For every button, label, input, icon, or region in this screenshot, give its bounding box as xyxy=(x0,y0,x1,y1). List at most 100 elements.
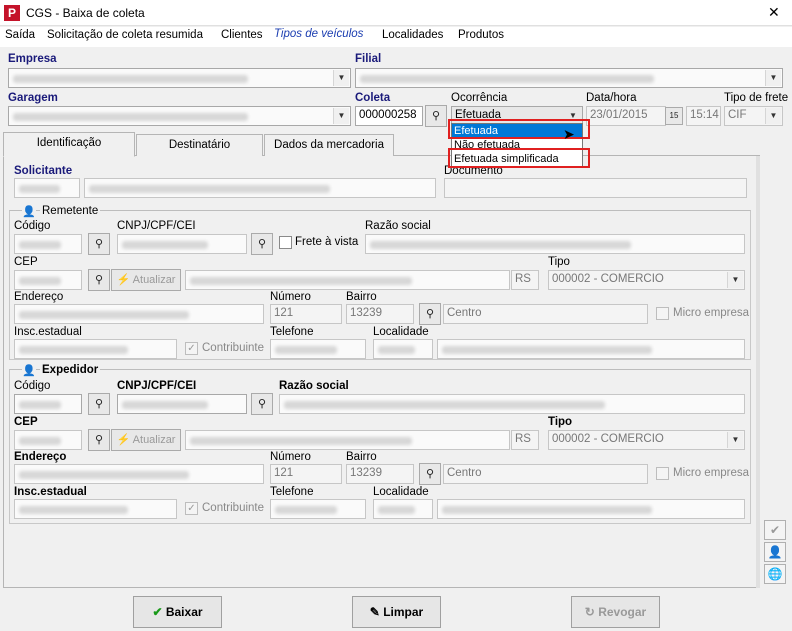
binoculars-icon[interactable]: ⚲ xyxy=(425,105,447,127)
remetente-numero[interactable]: 121 xyxy=(270,304,342,324)
tab-dados-mercadoria[interactable]: Dados da mercadoria xyxy=(264,134,394,156)
remetente-tipo-value: 000002 - COMERCIO xyxy=(552,273,664,285)
chevron-down-icon[interactable]: ▼ xyxy=(333,70,349,86)
garagem-select[interactable]: ▼ xyxy=(8,106,351,126)
micro-empresa-label: Micro empresa xyxy=(673,307,750,319)
user-icon: 👤 xyxy=(22,205,36,218)
solicitante-name[interactable] xyxy=(84,178,436,198)
limpar-button[interactable]: ✎ Limpar xyxy=(352,596,441,628)
remetente-cep[interactable] xyxy=(14,270,82,290)
scrollbar[interactable] xyxy=(756,156,760,588)
menu-saida[interactable]: Saída xyxy=(5,29,35,41)
micro-empresa-checkbox[interactable] xyxy=(656,467,669,480)
expedidor-codigo-label: Código xyxy=(14,380,51,392)
empresa-label: Empresa xyxy=(8,53,57,65)
chevron-down-icon[interactable]: ▼ xyxy=(765,108,781,124)
revogar-button[interactable]: ↻ Revogar xyxy=(571,596,660,628)
date-input[interactable]: 23/01/2015 xyxy=(586,106,666,126)
close-icon[interactable]: ✕ xyxy=(768,4,780,21)
documento-input[interactable] xyxy=(444,178,747,198)
binoculars-icon[interactable]: ⚲ xyxy=(251,233,273,255)
contribuinte-checkbox[interactable]: ✓ xyxy=(185,342,198,355)
tab-destinatario[interactable]: Destinatário xyxy=(136,134,263,156)
expedidor-uf[interactable]: RS xyxy=(511,430,539,450)
remetente-telefone[interactable] xyxy=(270,339,366,359)
menu-clientes[interactable]: Clientes xyxy=(221,29,263,41)
tipo-frete-select[interactable]: CIF ▼ xyxy=(724,106,783,126)
expedidor-numero-label: Número xyxy=(270,451,311,463)
chevron-down-icon[interactable]: ▼ xyxy=(765,70,781,86)
menu-localidades[interactable]: Localidades xyxy=(382,29,443,41)
baixar-button[interactable]: ✔ Baixar xyxy=(133,596,222,628)
remetente-telefone-label: Telefone xyxy=(270,326,314,338)
solicitante-code[interactable] xyxy=(14,178,80,198)
lightning-icon: ⚡ xyxy=(116,274,131,286)
menu-solicitacao[interactable]: Solicitação de coleta resumida xyxy=(47,29,203,41)
app-icon: P xyxy=(4,5,20,21)
remetente-cnpj-label: CNPJ/CPF/CEI xyxy=(117,220,196,232)
remetente-endereco[interactable] xyxy=(14,304,264,324)
expedidor-cidade[interactable] xyxy=(185,430,510,450)
frete-vista-checkbox[interactable] xyxy=(279,236,292,249)
check-icon: ✔ xyxy=(152,605,163,619)
remetente-localidade-name[interactable] xyxy=(437,339,745,359)
solicitante-label: Solicitante xyxy=(14,165,73,177)
expedidor-razao[interactable] xyxy=(279,394,745,414)
chevron-down-icon[interactable]: ▼ xyxy=(333,108,349,124)
remetente-insc[interactable] xyxy=(14,339,177,359)
remetente-cidade[interactable] xyxy=(185,270,510,290)
expedidor-localidade-code[interactable] xyxy=(373,499,433,519)
expedidor-endereco[interactable] xyxy=(14,464,264,484)
tab-identificacao[interactable]: Identificação xyxy=(3,132,135,157)
remetente-razao[interactable] xyxy=(365,234,745,254)
binoculars-icon[interactable]: ⚲ xyxy=(88,429,110,451)
expedidor-bairro-name[interactable]: Centro xyxy=(443,464,648,484)
binoculars-icon[interactable]: ⚲ xyxy=(88,393,110,415)
expedidor-codigo[interactable] xyxy=(14,394,82,414)
expedidor-localidade-name[interactable] xyxy=(437,499,745,519)
contribuinte-checkbox[interactable]: ✓ xyxy=(185,502,198,515)
binoculars-icon[interactable]: ⚲ xyxy=(251,393,273,415)
filial-select[interactable]: ▼ xyxy=(355,68,783,88)
expedidor-telefone[interactable] xyxy=(270,499,366,519)
micro-empresa-checkbox[interactable] xyxy=(656,307,669,320)
person-icon[interactable]: 👤 xyxy=(764,542,786,562)
user-icon: 👤 xyxy=(22,364,36,377)
expedidor-tipo-select[interactable]: 000002 - COMERCIO ▼ xyxy=(548,430,745,450)
check-icon[interactable]: ✔ xyxy=(764,520,786,540)
expedidor-numero[interactable]: 121 xyxy=(270,464,342,484)
remetente-bairro-name[interactable]: Centro xyxy=(443,304,648,324)
expedidor-cnpj[interactable] xyxy=(117,394,247,414)
remetente-codigo[interactable] xyxy=(14,234,82,254)
calendar-icon[interactable]: 15 xyxy=(665,107,683,125)
atualizar-button[interactable]: ⚡ Atualizar xyxy=(111,269,181,291)
menu-produtos[interactable]: Produtos xyxy=(458,29,504,41)
expedidor-insc[interactable] xyxy=(14,499,177,519)
menu-tipos-veiculos[interactable]: Tipos de veículos xyxy=(274,28,363,40)
chevron-down-icon[interactable]: ▼ xyxy=(727,272,743,288)
expedidor-bairro-code[interactable]: 13239 xyxy=(346,464,414,484)
binoculars-icon[interactable]: ⚲ xyxy=(419,303,441,325)
empresa-select[interactable]: ▼ xyxy=(8,68,351,88)
globe-icon[interactable]: 🌐 xyxy=(764,564,786,584)
contribuinte-label: Contribuinte xyxy=(202,342,265,354)
expedidor-cep[interactable] xyxy=(14,430,82,450)
expedidor-localidade-label: Localidade xyxy=(373,486,429,498)
ocorrencia-label: Ocorrência xyxy=(451,92,508,104)
cursor-icon: ➤ xyxy=(563,126,575,142)
remetente-uf[interactable]: RS xyxy=(511,270,539,290)
remetente-bairro-code[interactable]: 13239 xyxy=(346,304,414,324)
micro-empresa-label: Micro empresa xyxy=(673,467,750,479)
atualizar-button[interactable]: ⚡ Atualizar xyxy=(111,429,181,451)
chevron-down-icon[interactable]: ▼ xyxy=(727,432,743,448)
binoculars-icon[interactable]: ⚲ xyxy=(419,463,441,485)
remetente-tipo-select[interactable]: 000002 - COMERCIO ▼ xyxy=(548,270,745,290)
binoculars-icon[interactable]: ⚲ xyxy=(88,269,110,291)
remetente-localidade-code[interactable] xyxy=(373,339,433,359)
time-input[interactable]: 15:14 xyxy=(686,106,721,126)
coleta-input[interactable]: 000000258 xyxy=(355,106,423,126)
expedidor-cep-label: CEP xyxy=(14,416,38,428)
remetente-cnpj[interactable] xyxy=(117,234,247,254)
binoculars-icon[interactable]: ⚲ xyxy=(88,233,110,255)
expedidor-insc-label: Insc.estadual xyxy=(14,486,87,498)
